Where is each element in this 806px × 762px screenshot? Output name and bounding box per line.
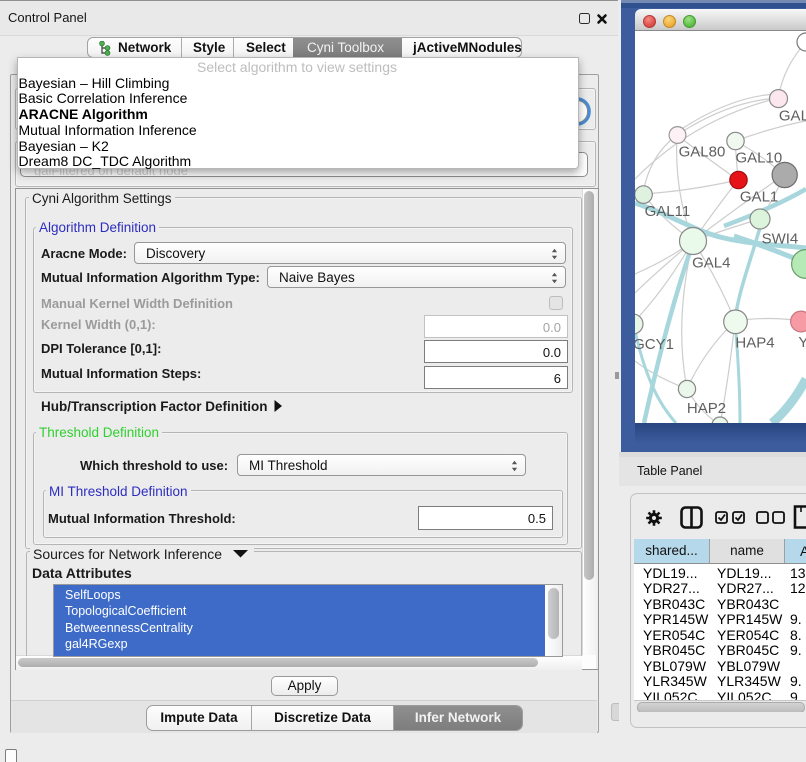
svg-text:GAL4: GAL4 (692, 255, 730, 272)
svg-text:GAL10: GAL10 (736, 150, 783, 167)
svg-text:GCY1: GCY1 (635, 336, 674, 353)
svg-text:GAL7: GAL7 (779, 108, 806, 125)
svg-text:GAL11: GAL11 (645, 203, 691, 220)
svg-text:HAP4: HAP4 (735, 335, 774, 352)
svg-text:HAP2: HAP2 (687, 400, 726, 417)
svg-text:GAL1: GAL1 (740, 189, 778, 206)
svg-text:SWI4: SWI4 (762, 231, 799, 248)
svg-text:Y: Y (798, 334, 806, 351)
svg-text:GAL80: GAL80 (679, 143, 726, 160)
